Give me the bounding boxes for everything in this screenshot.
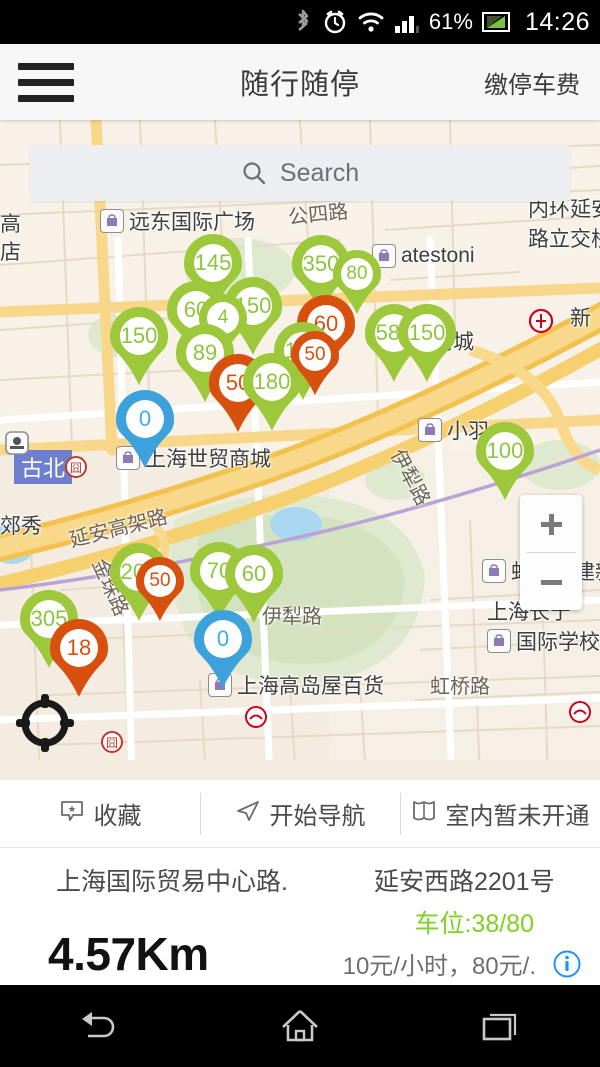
pin-value: 150 [408, 320, 446, 345]
folded-map-icon [411, 798, 437, 829]
start-navigation-label: 开始导航 [269, 803, 366, 830]
indoor-map-label: 室内暂未开通 [445, 803, 590, 830]
pin-value: 100 [486, 438, 524, 463]
favorite-button[interactable]: 收藏 [0, 791, 200, 837]
bookmark-star-icon [59, 798, 85, 829]
pin-value: 180 [253, 369, 291, 394]
recents-icon[interactable] [440, 996, 560, 1056]
favorite-label: 收藏 [93, 803, 142, 830]
pin-value: 50 [149, 570, 171, 591]
place-detail-panel: 收藏 开始导航 室内暂未开通 上海国际贸易中心路. 延安西路2201号 4.57… [0, 780, 600, 985]
distance-value: 4.57Km [48, 928, 209, 980]
pin-value: 0 [138, 406, 152, 431]
status-bar: 61% 14:26 [0, 0, 600, 44]
parking-app-screen: 61% 14:26 随行随停 缴停车费 Search 古北 囧 囧 远东国际广场… [0, 0, 600, 1067]
bluetooth-icon [293, 8, 313, 36]
place-address: 延安西路2201号 [373, 868, 555, 896]
pay-parking-fee-button[interactable]: 缴停车费 [484, 65, 580, 100]
place-metrics-row: 4.57Km 车位:38/80 10元/小时，80元/. [0, 904, 600, 981]
alarm-icon [322, 8, 348, 36]
pin-value: 18 [66, 635, 92, 660]
crosshair-locate-icon[interactable] [14, 692, 76, 754]
parking-slots-badge: 车位:38/80 [414, 910, 534, 938]
home-icon[interactable] [240, 996, 360, 1056]
indoor-map-button[interactable]: 室内暂未开通 [400, 791, 600, 837]
battery-percent-label: 61% [428, 9, 473, 34]
navigation-arrow-icon [235, 798, 261, 829]
pin-value: 60 [241, 561, 267, 586]
cell-signal-icon [394, 10, 420, 34]
search-icon [241, 160, 267, 186]
start-navigation-button[interactable]: 开始导航 [200, 791, 400, 837]
place-address-row: 上海国际贸易中心路. 延安西路2201号 [0, 862, 600, 898]
price-row: 10元/小时，80元/. [343, 946, 582, 981]
info-circle-icon[interactable] [552, 949, 582, 979]
search-input[interactable]: Search [30, 145, 570, 201]
wifi-icon [357, 9, 385, 35]
battery-icon [481, 11, 512, 33]
map-parking-pin[interactable]: 180 [241, 351, 303, 433]
place-info: 上海国际贸易中心路. 延安西路2201号 4.57Km 车位:38/80 10元… [0, 848, 600, 985]
clock-label: 14:26 [524, 7, 590, 36]
map-parking-pin[interactable]: 100 [474, 420, 536, 502]
place-right-column: 车位:38/80 10元/小时，80元/. [343, 904, 582, 981]
minus-icon [541, 579, 562, 585]
map-parking-pin[interactable]: 18 [48, 617, 110, 699]
android-navigation-bar [0, 985, 600, 1067]
app-bar: 随行随停 缴停车费 [0, 44, 600, 120]
search-placeholder: Search [279, 158, 360, 187]
pin-value: 150 [120, 323, 158, 348]
zoom-in-button[interactable] [520, 495, 582, 552]
map-zoom-controls [520, 495, 582, 610]
pin-value: 0 [216, 626, 230, 651]
hamburger-menu-icon[interactable] [18, 62, 88, 102]
map-parking-pin[interactable]: 0 [114, 388, 176, 470]
pin-value: 145 [194, 250, 232, 275]
map-parking-pin[interactable]: 150 [396, 302, 458, 384]
map-parking-pin[interactable]: 0 [192, 608, 254, 690]
place-action-bar: 收藏 开始导航 室内暂未开通 [0, 780, 600, 848]
plus-icon [541, 513, 562, 535]
map-parking-pin[interactable]: 50 [134, 555, 186, 623]
price-label: 10元/小时，80元/. [342, 953, 536, 980]
pin-value: 80 [346, 263, 368, 284]
map-view[interactable]: Search 古北 囧 囧 远东国际广场atestoni商城小羽上海世贸商城虹桥… [0, 120, 600, 780]
zoom-out-button[interactable] [520, 553, 582, 610]
back-icon[interactable] [40, 996, 160, 1056]
map-parking-pin[interactable]: 150 [108, 305, 170, 387]
place-name: 上海国际贸易中心路. [56, 868, 288, 896]
